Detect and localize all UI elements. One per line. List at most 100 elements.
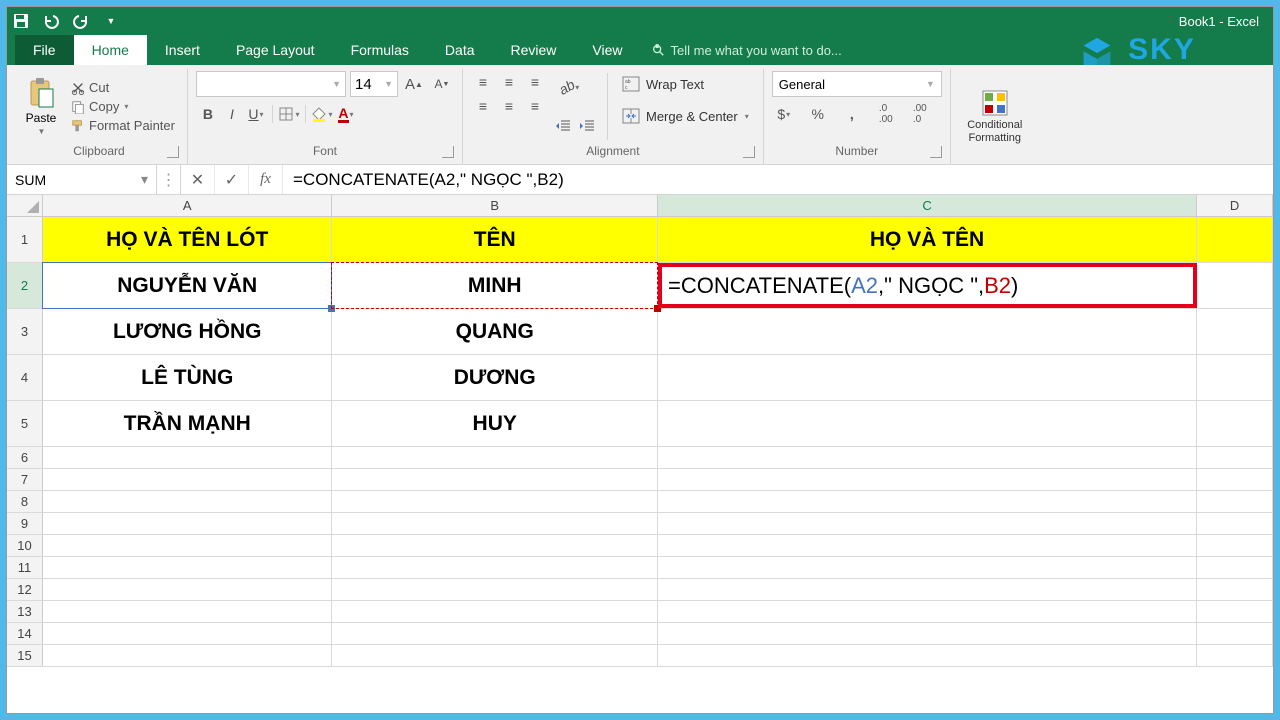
copy-button[interactable]: Copy▾ xyxy=(67,98,179,115)
row-header-8[interactable]: 8 xyxy=(7,491,43,512)
cell-D3[interactable] xyxy=(1197,309,1273,354)
cell-A2[interactable]: NGUYỄN VĂN xyxy=(43,263,333,308)
cell-B1[interactable]: TÊN xyxy=(332,217,657,262)
cut-button[interactable]: Cut xyxy=(67,79,179,96)
col-header-C[interactable]: C xyxy=(658,195,1197,216)
col-header-D[interactable]: D xyxy=(1197,195,1273,216)
cell-B11[interactable] xyxy=(332,557,657,578)
increase-font-icon[interactable]: A▲ xyxy=(402,73,426,95)
cell-B13[interactable] xyxy=(332,601,657,622)
cell-A8[interactable] xyxy=(43,491,333,512)
cell-C3[interactable] xyxy=(658,309,1197,354)
row-header-3[interactable]: 3 xyxy=(7,309,43,354)
wrap-text-button[interactable]: abcWrap Text xyxy=(616,71,755,97)
cell-C6[interactable] xyxy=(658,447,1197,468)
cell-C4[interactable] xyxy=(658,355,1197,400)
cell-D7[interactable] xyxy=(1197,469,1273,490)
row-header-11[interactable]: 11 xyxy=(7,557,43,578)
increase-decimal-icon[interactable]: .0.00 xyxy=(874,103,898,125)
row-header-6[interactable]: 6 xyxy=(7,447,43,468)
cell-A4[interactable]: LÊ TÙNG xyxy=(43,355,333,400)
tab-file[interactable]: File xyxy=(15,35,74,65)
bold-button[interactable]: B xyxy=(196,103,220,125)
borders-button[interactable]: ▾ xyxy=(277,103,301,125)
cell-A10[interactable] xyxy=(43,535,333,556)
number-dialog-launcher[interactable] xyxy=(930,146,942,158)
row-header-5[interactable]: 5 xyxy=(7,401,43,446)
cell-D14[interactable] xyxy=(1197,623,1273,644)
decrease-indent-icon[interactable] xyxy=(551,115,575,137)
redo-icon[interactable] xyxy=(73,13,89,29)
cell-C15[interactable] xyxy=(658,645,1197,666)
cell-B12[interactable] xyxy=(332,579,657,600)
align-top-icon[interactable]: ≡ xyxy=(471,71,495,93)
cell-B9[interactable] xyxy=(332,513,657,534)
percent-icon[interactable]: % xyxy=(806,103,830,125)
select-all-corner[interactable] xyxy=(7,195,43,216)
increase-indent-icon[interactable] xyxy=(575,115,599,137)
cell-D13[interactable] xyxy=(1197,601,1273,622)
row-header-2[interactable]: 2 xyxy=(7,263,43,308)
cell-D10[interactable] xyxy=(1197,535,1273,556)
cell-C11[interactable] xyxy=(658,557,1197,578)
qat-customize-icon[interactable]: ▼ xyxy=(103,13,119,29)
cell-C5[interactable] xyxy=(658,401,1197,446)
cell-C7[interactable] xyxy=(658,469,1197,490)
cell-A5[interactable]: TRẦN MẠNH xyxy=(43,401,333,446)
cell-C2-editing[interactable]: =CONCATENATE(A2," NGỌC ",B2) xyxy=(658,263,1197,308)
cell-A7[interactable] xyxy=(43,469,333,490)
tab-home[interactable]: Home xyxy=(74,35,147,65)
align-left-icon[interactable]: ≡ xyxy=(471,95,495,117)
cell-C14[interactable] xyxy=(658,623,1197,644)
cell-B8[interactable] xyxy=(332,491,657,512)
cell-B2[interactable]: MINH xyxy=(332,263,657,308)
row-header-4[interactable]: 4 xyxy=(7,355,43,400)
cell-C8[interactable] xyxy=(658,491,1197,512)
row-header-10[interactable]: 10 xyxy=(7,535,43,556)
cell-C13[interactable] xyxy=(658,601,1197,622)
cell-C12[interactable] xyxy=(658,579,1197,600)
align-middle-icon[interactable]: ≡ xyxy=(497,71,521,93)
cancel-formula-icon[interactable]: ✕ xyxy=(181,165,215,194)
cell-A1[interactable]: HỌ VÀ TÊN LÓT xyxy=(43,217,333,262)
cell-C1[interactable]: HỌ VÀ TÊN xyxy=(658,217,1197,262)
font-name-selector[interactable]: ▼ xyxy=(196,71,346,97)
row-header-12[interactable]: 12 xyxy=(7,579,43,600)
format-painter-button[interactable]: Format Painter xyxy=(67,117,179,134)
currency-icon[interactable]: $▾ xyxy=(772,103,796,125)
conditional-formatting-button[interactable]: Conditional Formatting xyxy=(959,71,1031,162)
align-bottom-icon[interactable]: ≡ xyxy=(523,71,547,93)
cell-A6[interactable] xyxy=(43,447,333,468)
tell-me-search[interactable]: Tell me what you want to do... xyxy=(651,35,842,65)
cell-A9[interactable] xyxy=(43,513,333,534)
cell-B4[interactable]: DƯƠNG xyxy=(332,355,657,400)
cell-A12[interactable] xyxy=(43,579,333,600)
col-header-A[interactable]: A xyxy=(43,195,333,216)
cell-D6[interactable] xyxy=(1197,447,1273,468)
cell-D15[interactable] xyxy=(1197,645,1273,666)
cell-D5[interactable] xyxy=(1197,401,1273,446)
tab-formulas[interactable]: Formulas xyxy=(333,35,427,65)
paste-button[interactable]: Paste ▼ xyxy=(19,71,63,142)
row-header-1[interactable]: 1 xyxy=(7,217,43,262)
cell-B7[interactable] xyxy=(332,469,657,490)
font-dialog-launcher[interactable] xyxy=(442,146,454,158)
fill-color-button[interactable]: ▾ xyxy=(310,103,334,125)
cell-B6[interactable] xyxy=(332,447,657,468)
decrease-font-icon[interactable]: A▼ xyxy=(430,73,454,95)
orientation-icon[interactable]: ab▾ xyxy=(551,76,587,98)
cell-C9[interactable] xyxy=(658,513,1197,534)
cell-A13[interactable] xyxy=(43,601,333,622)
cell-B15[interactable] xyxy=(332,645,657,666)
cell-B3[interactable]: QUANG xyxy=(332,309,657,354)
cell-A15[interactable] xyxy=(43,645,333,666)
clipboard-dialog-launcher[interactable] xyxy=(167,146,179,158)
align-right-icon[interactable]: ≡ xyxy=(523,95,547,117)
cell-B10[interactable] xyxy=(332,535,657,556)
alignment-dialog-launcher[interactable] xyxy=(743,146,755,158)
cell-D4[interactable] xyxy=(1197,355,1273,400)
cell-A11[interactable] xyxy=(43,557,333,578)
merge-center-button[interactable]: Merge & Center▾ xyxy=(616,103,755,129)
cell-D12[interactable] xyxy=(1197,579,1273,600)
cell-D11[interactable] xyxy=(1197,557,1273,578)
